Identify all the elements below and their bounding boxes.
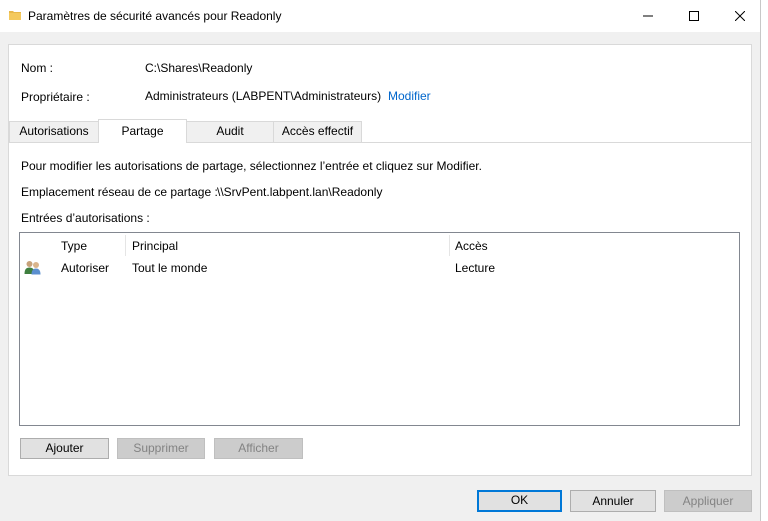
folder-icon [9,11,21,20]
background-window-edge [761,0,768,521]
name-label: Nom : [21,61,54,75]
owner-value: Administrateurs (LABPENT\Administrateurs… [145,89,382,103]
remove-button[interactable]: Supprimer [117,438,205,459]
maximize-icon [689,11,699,21]
title-bar: Paramètres de sécurité avancés pour Read… [0,0,760,32]
ok-button[interactable]: OK [477,490,562,512]
window-title: Paramètres de sécurité avancés pour Read… [28,9,282,23]
column-header-type[interactable]: Type [61,239,87,253]
column-header-access[interactable]: Accès [455,239,488,253]
permission-entries-list[interactable]: Type Principal Accès Autoriser Tout le m… [19,232,740,426]
tab-audit[interactable]: Audit [186,121,274,142]
close-icon [735,11,745,21]
table-row[interactable] [20,257,739,277]
row-principal: Tout le monde [132,261,208,275]
row-type: Autoriser [61,261,110,275]
minimize-button[interactable] [625,0,671,32]
column-separator[interactable] [449,235,450,256]
column-header-principal[interactable]: Principal [132,239,178,253]
column-separator[interactable] [125,235,126,256]
share-instructions: Pour modifier les autorisations de parta… [21,159,482,173]
tab-sharing[interactable]: Partage [98,119,187,143]
add-button[interactable]: Ajouter [20,438,109,459]
tab-permissions[interactable]: Autorisations [9,121,99,142]
minimize-icon [643,15,653,17]
network-location-label: Emplacement réseau de ce partage : [21,185,218,199]
close-button[interactable] [717,0,763,32]
owner-label: Propriétaire : [21,90,90,104]
maximize-button[interactable] [671,0,717,32]
view-button[interactable]: Afficher [214,438,303,459]
apply-button[interactable]: Appliquer [664,490,752,512]
tab-effective-access[interactable]: Accès effectif [273,121,362,142]
row-access: Lecture [455,261,496,275]
cancel-button[interactable]: Annuler [570,490,656,512]
permission-entries-label: Entrées d’autorisations : [21,211,150,225]
name-value: C:\Shares\Readonly [145,61,253,75]
network-location-value: \\SrvPent.labpent.lan\Readonly [217,185,383,199]
users-icon [24,261,41,275]
change-owner-link[interactable]: Modifier [388,89,431,103]
advanced-security-dialog: Paramètres de sécurité avancés pour Read… [0,0,761,521]
